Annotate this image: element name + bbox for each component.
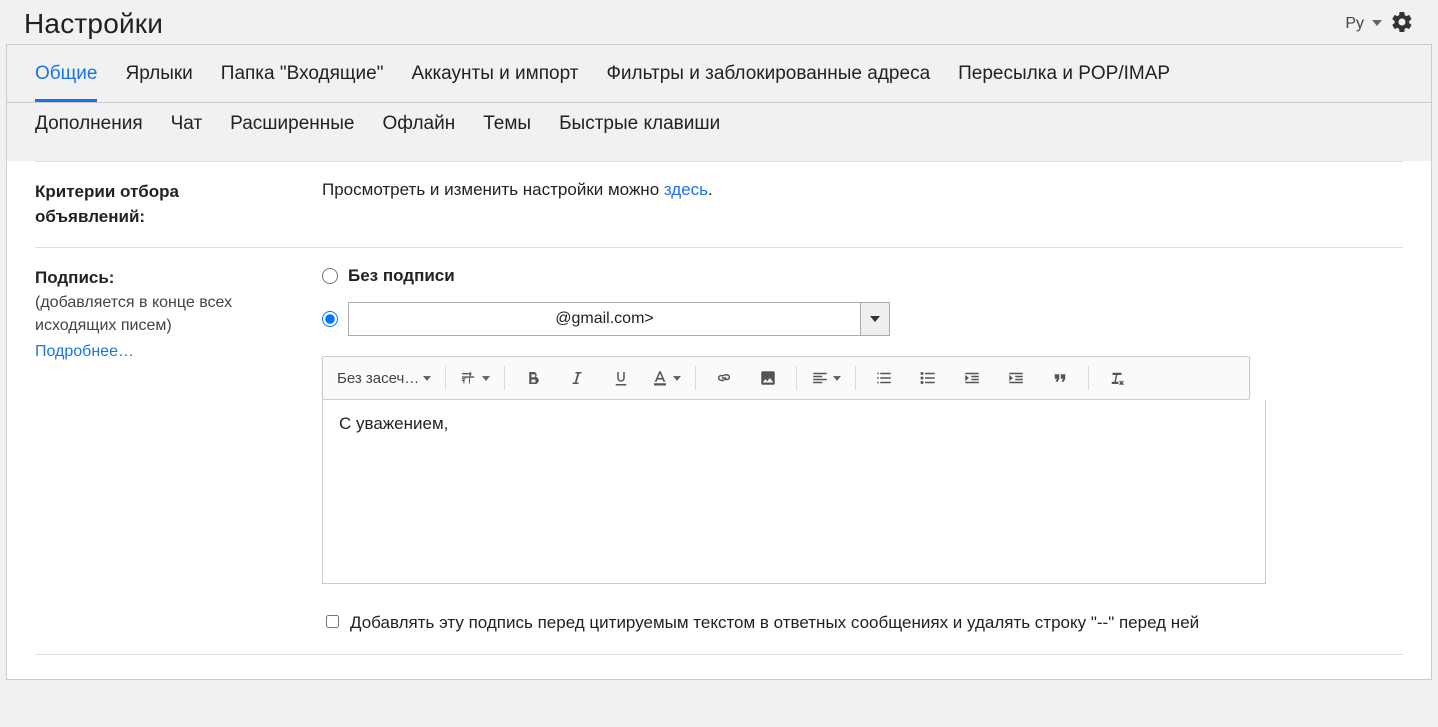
- tab-row-2: Дополнения Чат Расширенные Офлайн Темы Б…: [7, 102, 1431, 161]
- divider: [35, 654, 1403, 655]
- radio-no-signature[interactable]: [322, 268, 338, 284]
- signature-learn-more-link[interactable]: Подробнее…: [35, 343, 290, 361]
- tab-forwarding-pop-imap[interactable]: Пересылка и POP/IMAP: [958, 57, 1170, 102]
- tab-general[interactable]: Общие: [35, 57, 97, 102]
- toolbar-separator: [504, 366, 505, 390]
- font-family-button[interactable]: Без засеч…: [331, 363, 437, 393]
- ad-criteria-label: Критерии отбора объявлений:: [35, 180, 290, 229]
- ad-criteria-text: Просмотреть и изменить настройки можно: [322, 180, 664, 199]
- caret-down-icon: [673, 368, 681, 388]
- tab-advanced[interactable]: Расширенные: [230, 107, 354, 149]
- tab-row-1: Общие Ярлыки Папка "Входящие" Аккаунты и…: [7, 44, 1431, 102]
- signature-toolbar: Без засеч… тT: [322, 356, 1250, 400]
- signature-subtext: (добавляется в конце всех исходящих писе…: [35, 291, 290, 337]
- link-button[interactable]: [704, 363, 744, 393]
- radio-no-signature-label: Без подписи: [348, 266, 455, 286]
- align-button[interactable]: [805, 363, 847, 393]
- quote-button[interactable]: [1040, 363, 1080, 393]
- font-family-label: Без засеч…: [337, 370, 419, 387]
- radio-use-signature[interactable]: [322, 311, 338, 327]
- page-title: Настройки: [24, 8, 163, 40]
- ad-criteria-link[interactable]: здесь: [664, 180, 708, 199]
- language-selector[interactable]: Ру: [1345, 15, 1364, 33]
- caret-down-icon: [482, 368, 490, 388]
- insert-before-quote-label: Добавлять эту подпись перед цитируемым т…: [350, 610, 1199, 636]
- signature-account-value: @gmail.com>: [349, 310, 860, 328]
- toolbar-separator: [445, 366, 446, 390]
- caret-down-icon: [423, 368, 431, 388]
- font-size-button[interactable]: тT: [454, 363, 496, 393]
- text-color-button[interactable]: [645, 363, 687, 393]
- numbered-list-button[interactable]: [864, 363, 904, 393]
- tab-inbox[interactable]: Папка "Входящие": [221, 57, 384, 102]
- insert-before-quote-checkbox-row[interactable]: Добавлять эту подпись перед цитируемым т…: [322, 610, 1242, 636]
- insert-before-quote-checkbox[interactable]: [326, 615, 339, 628]
- dropdown-arrow-icon: [860, 303, 889, 335]
- bulleted-list-button[interactable]: [908, 363, 948, 393]
- toolbar-separator: [1088, 366, 1089, 390]
- tab-keyboard-shortcuts[interactable]: Быстрые клавиши: [559, 107, 720, 149]
- ad-criteria-text-after: .: [708, 180, 713, 199]
- signature-heading: Подпись:: [35, 266, 290, 291]
- toolbar-separator: [796, 366, 797, 390]
- tab-chat[interactable]: Чат: [171, 107, 203, 149]
- tab-offline[interactable]: Офлайн: [382, 107, 455, 149]
- image-button[interactable]: [748, 363, 788, 393]
- bold-button[interactable]: [513, 363, 553, 393]
- row-ad-criteria: Критерии отбора объявлений: Просмотреть …: [35, 162, 1403, 247]
- toolbar-separator: [695, 366, 696, 390]
- tab-addons[interactable]: Дополнения: [35, 107, 143, 149]
- indent-less-button[interactable]: [952, 363, 992, 393]
- gear-icon[interactable]: [1390, 10, 1414, 39]
- italic-button[interactable]: [557, 363, 597, 393]
- tab-filters[interactable]: Фильтры и заблокированные адреса: [606, 57, 930, 102]
- caret-down-icon[interactable]: [1372, 15, 1382, 33]
- tab-labels[interactable]: Ярлыки: [125, 57, 192, 102]
- signature-editor[interactable]: С уважением,: [322, 400, 1266, 584]
- underline-button[interactable]: [601, 363, 641, 393]
- svg-text:тT: тT: [462, 375, 474, 387]
- row-signature: Подпись: (добавляется в конце всех исход…: [35, 248, 1403, 654]
- toolbar-separator: [855, 366, 856, 390]
- indent-more-button[interactable]: [996, 363, 1036, 393]
- caret-down-icon: [833, 368, 841, 388]
- language-label: Ру: [1345, 15, 1364, 32]
- remove-formatting-button[interactable]: [1097, 363, 1137, 393]
- tab-accounts-import[interactable]: Аккаунты и импорт: [411, 57, 578, 102]
- signature-account-select[interactable]: @gmail.com>: [348, 302, 890, 336]
- tab-themes[interactable]: Темы: [483, 107, 531, 149]
